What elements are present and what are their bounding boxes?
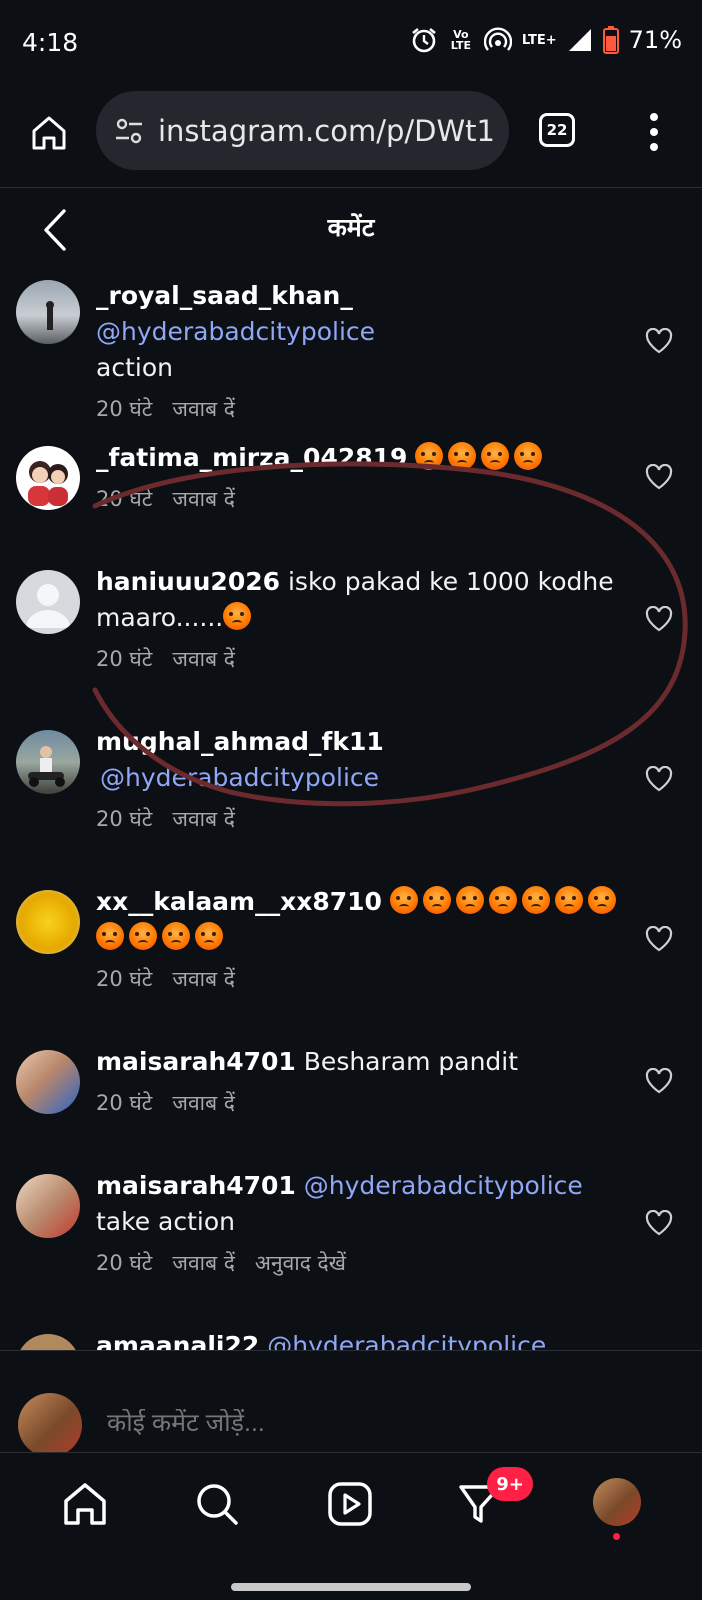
alarm-icon xyxy=(410,26,438,54)
browser-home-button[interactable] xyxy=(30,114,68,152)
tab-switcher-button[interactable]: 22 xyxy=(539,113,575,147)
url-text: instagram.com/p/DWt1 xyxy=(158,113,495,148)
clock: 4:18 xyxy=(22,28,79,57)
home-icon xyxy=(32,116,66,150)
lte-icon: LTE+ xyxy=(521,32,557,48)
status-icons: Vo LTE LTE+ 71% xyxy=(410,26,682,54)
battery-icon xyxy=(602,26,619,54)
bottom-nav: 9+ xyxy=(0,1452,702,1600)
profile-indicator-dot xyxy=(613,1533,620,1540)
more-vert-icon xyxy=(650,113,658,151)
comment-input[interactable] xyxy=(107,1409,627,1438)
annotation-circle xyxy=(92,461,688,807)
address-bar[interactable]: instagram.com/p/DWt1 xyxy=(96,91,509,170)
site-settings-icon[interactable] xyxy=(114,116,144,146)
hotspot-icon xyxy=(483,27,512,53)
profile-tab-avatar[interactable] xyxy=(593,1478,641,1526)
gesture-bar[interactable] xyxy=(231,1583,471,1591)
home-icon[interactable] xyxy=(60,1479,110,1529)
avatar xyxy=(18,1393,82,1457)
browser-toolbar: instagram.com/p/DWt1 22 xyxy=(0,88,702,188)
page-title: कमेंट xyxy=(327,213,375,242)
signal-icon xyxy=(567,27,593,53)
comments-header: कमेंट xyxy=(0,188,702,270)
notification-badge: 9+ xyxy=(487,1467,533,1501)
comments-list[interactable]: _royal_saad_khan_ @hyderabadcitypolice ac… xyxy=(0,270,702,1350)
comment-composer xyxy=(0,1350,702,1457)
volte-icon: Vo LTE xyxy=(450,28,471,52)
status-bar: 4:18 Vo LTE LTE+ 71% xyxy=(0,0,702,88)
overflow-menu-button[interactable] xyxy=(648,112,660,152)
battery-percent: 71% xyxy=(628,26,682,54)
reels-icon[interactable] xyxy=(325,1479,375,1529)
search-icon[interactable] xyxy=(192,1479,242,1529)
